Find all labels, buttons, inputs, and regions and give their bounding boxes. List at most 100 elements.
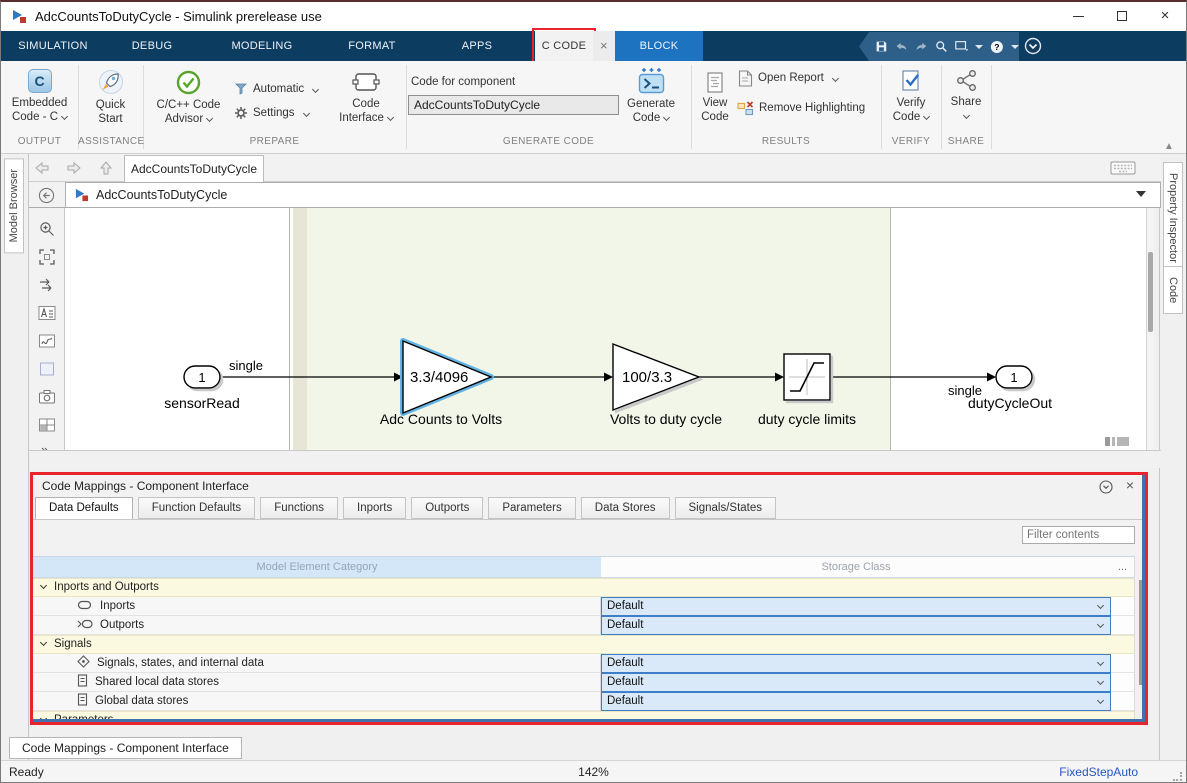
storage-class-dropdown[interactable]: Default [601, 616, 1111, 635]
simulink-logo-icon [11, 9, 27, 24]
canvas-corner-widget[interactable] [1105, 437, 1129, 446]
restore-view-icon[interactable] [955, 39, 969, 54]
code-perspective-tab[interactable]: Code [1163, 266, 1183, 314]
resize-grip[interactable] [1173, 772, 1182, 781]
viewmark-icon[interactable] [38, 332, 56, 350]
gain1-name: Adc Counts to Volts [380, 411, 502, 427]
section-label-share: SHARE [941, 136, 991, 150]
storage-class-dropdown[interactable]: Default [601, 654, 1111, 673]
tab-data-defaults[interactable]: Data Defaults [35, 497, 133, 520]
palette-header-cell [29, 182, 65, 208]
code-interface-icon [352, 71, 380, 94]
tab-debug[interactable]: DEBUG [97, 31, 207, 61]
area-icon[interactable] [38, 360, 56, 378]
simulink-window: AdcCountsToDutyCycle - Simulink prerelea… [0, 0, 1187, 783]
canvas-scrollbar-thumb[interactable] [1148, 252, 1153, 332]
redo-icon[interactable] [915, 40, 928, 53]
navigate-back-icon[interactable] [33, 159, 51, 177]
tab-parameters[interactable]: Parameters [488, 497, 575, 519]
right-dock: Property Inspector Code [1159, 154, 1186, 760]
storage-class-dropdown[interactable]: Default [601, 673, 1111, 692]
minimize-button[interactable] [1062, 2, 1094, 30]
storage-class-dropdown[interactable]: Default [601, 692, 1111, 711]
tab-data-stores[interactable]: Data Stores [581, 497, 670, 519]
inport-signal-type: single [229, 358, 263, 373]
breadcrumb[interactable]: AdcCountsToDutyCycle [65, 182, 1161, 208]
group-row-inports-outports[interactable]: Inports and Outports [33, 578, 1134, 597]
generate-code-button[interactable]: GenerateCode [616, 66, 686, 125]
signal-icon [77, 655, 90, 668]
settings-button[interactable]: Settings [234, 104, 309, 122]
tab-functions[interactable]: Functions [260, 497, 338, 519]
tab-apps[interactable]: APPS [427, 31, 527, 61]
remove-highlighting-button[interactable]: Remove Highlighting [737, 99, 865, 117]
embedded-code-button[interactable]: C EmbeddedCode - C [1, 69, 78, 124]
quick-start-button[interactable]: QuickStart [78, 69, 143, 126]
maximize-button[interactable] [1106, 2, 1138, 30]
close-panel-icon[interactable]: × [1126, 477, 1134, 493]
hide-browser-icon[interactable] [38, 187, 55, 204]
signal-lines-icon[interactable] [38, 276, 56, 294]
model-canvas[interactable]: 1 sensorRead single 3.3/4096 Adc Counts … [65, 208, 1146, 450]
tab-simulation[interactable]: SIMULATION [9, 31, 97, 61]
collapse-toolstrip-button[interactable]: ▲ [1164, 141, 1174, 152]
verify-code-button[interactable]: VerifyCode [881, 69, 941, 124]
group-row-signals[interactable]: Signals [33, 635, 1134, 654]
restore-view-caret-icon[interactable] [975, 45, 983, 49]
model-document-tab[interactable]: AdcCountsToDutyCycle [124, 155, 264, 182]
share-icon [955, 69, 978, 92]
close-contextual-tab-icon[interactable]: × [593, 31, 615, 61]
tab-block[interactable]: BLOCK [615, 31, 703, 61]
tab-c-code[interactable]: C CODE [535, 31, 593, 61]
navigate-forward-icon[interactable] [65, 159, 83, 177]
tab-signals-states[interactable]: Signals/States [675, 497, 777, 519]
panel-scrollbar-thumb[interactable] [1139, 580, 1145, 685]
annotation-icon[interactable] [38, 304, 56, 322]
help-caret-icon[interactable] [1011, 45, 1019, 49]
screenshot-camera-icon[interactable] [38, 388, 56, 406]
navigate-up-icon[interactable] [97, 159, 115, 177]
dropdown-caret-icon [312, 85, 319, 92]
column-options-button[interactable]: ... [1111, 557, 1134, 577]
keyboard-icon[interactable] [1110, 160, 1136, 176]
save-icon[interactable] [875, 39, 888, 54]
search-icon[interactable] [935, 39, 948, 54]
dropdown-caret-icon [923, 113, 930, 120]
view-code-button[interactable]: ViewCode [691, 72, 739, 124]
share-button[interactable]: Share [941, 69, 991, 123]
model-browser-tab[interactable]: Model Browser [4, 158, 24, 253]
panel-vertical-scrollbar[interactable] [1134, 556, 1145, 719]
breadcrumb-model-name[interactable]: AdcCountsToDutyCycle [96, 183, 227, 207]
code-interface-button[interactable]: CodeInterface [331, 71, 401, 125]
code-mappings-footer-tab[interactable]: Code Mappings - Component Interface [9, 737, 242, 759]
split-view-icon[interactable] [38, 416, 56, 434]
storage-class-dropdown[interactable]: Default [601, 597, 1111, 616]
close-button[interactable]: × [1149, 2, 1181, 30]
tab-function-defaults[interactable]: Function Defaults [138, 497, 256, 519]
group-row-parameters[interactable]: Parameters [33, 711, 1134, 722]
tab-outports[interactable]: Outports [411, 497, 483, 519]
tab-format[interactable]: FORMAT [317, 31, 427, 61]
check-circle-icon [176, 70, 201, 95]
code-advisor-button[interactable]: C/C++ CodeAdvisor [146, 70, 231, 126]
help-icon[interactable]: ? [990, 39, 1004, 55]
undo-icon[interactable] [895, 40, 908, 53]
category-cell: Shared local data stores [33, 673, 601, 692]
filter-contents-input[interactable] [1022, 526, 1135, 544]
zoom-icon[interactable] [38, 220, 56, 238]
highlight-margin [293, 208, 307, 450]
fit-to-view-icon[interactable] [38, 248, 56, 266]
property-inspector-tab[interactable]: Property Inspector [1163, 162, 1183, 274]
tab-inports[interactable]: Inports [343, 497, 406, 519]
minimize-panel-icon[interactable] [1099, 480, 1113, 494]
solver-indicator[interactable]: FixedStepAuto [1059, 765, 1138, 779]
toolstrip-options-icon[interactable] [1024, 37, 1042, 55]
tab-modeling[interactable]: MODELING [207, 31, 317, 61]
breadcrumb-caret-icon[interactable] [1136, 191, 1146, 197]
table-row-signals-states: Signals, states, and internal data Defau… [33, 654, 1134, 673]
component-name-field[interactable] [408, 95, 619, 115]
open-report-button[interactable]: Open Report [737, 69, 838, 87]
dropdown-caret-icon [61, 113, 68, 120]
automatic-build-button[interactable]: Automatic [234, 80, 318, 98]
panel-tab-bar: Data DefaultsFunction DefaultsFunctionsI… [35, 497, 781, 520]
